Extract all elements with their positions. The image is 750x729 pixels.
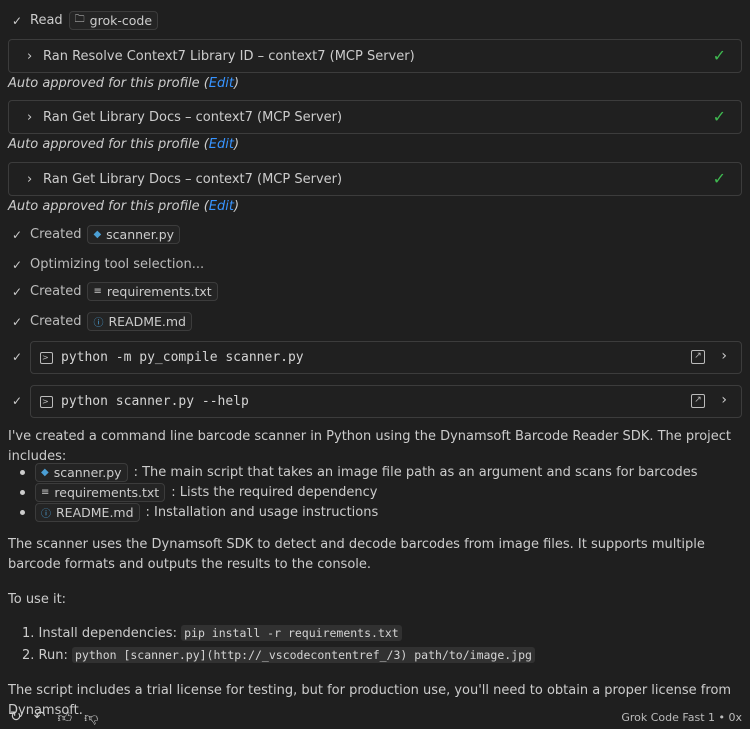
response-paragraph: The scanner uses the Dynamsoft SDK to de… (8, 537, 705, 572)
tool-call-get-docs-1[interactable]: › Ran Get Library Docs – context7 (MCP S… (8, 100, 742, 134)
retry-icon[interactable]: ↻ (10, 709, 22, 726)
inline-code: python [scanner.py](http://_vscodeconten… (72, 647, 535, 663)
python-file-icon: ◆ (93, 229, 102, 240)
response-actions: ↻ ↶ 👍︎ 👎︎ (10, 709, 98, 726)
edit-link[interactable]: Edit (209, 137, 234, 152)
file-name: scanner.py (106, 227, 175, 242)
check-icon: ✓ (12, 257, 23, 272)
list-item: ≡ requirements.txt : Lists the required … (20, 483, 378, 502)
folder-icon: 🗀 (74, 14, 85, 25)
edit-link[interactable]: Edit (209, 199, 234, 214)
list-number: 1. (22, 626, 35, 641)
optimizing-step: ✓ Optimizing tool selection... (12, 257, 204, 272)
edit-link[interactable]: Edit (209, 76, 234, 91)
list-number: 2. (22, 648, 35, 663)
check-icon: ✓ (12, 394, 23, 408)
approved-text: Auto approved for this profile ( (8, 137, 209, 152)
folder-name: grok-code (89, 13, 153, 28)
approved-close: ) (233, 76, 240, 91)
python-file-icon: ◆ (41, 467, 49, 478)
chevron-right-icon[interactable]: › (721, 392, 727, 408)
file-name: requirements.txt (54, 485, 160, 500)
step-text: Install dependencies: (38, 626, 182, 641)
ordered-list-item: 1. Install dependencies: pip install -r … (22, 625, 402, 641)
file-name: README.md (108, 314, 186, 329)
thumbs-down-icon[interactable]: 👎︎ (84, 709, 98, 726)
bullet-dot (20, 490, 25, 495)
chevron-right-icon: › (27, 48, 33, 64)
created-step: ✓ Created ⓘ README.md (12, 312, 192, 331)
chevron-right-icon: › (27, 109, 33, 125)
open-in-terminal-icon[interactable]: ↗ (691, 350, 705, 364)
to-use-heading: To use it: (8, 592, 67, 607)
created-step: ✓ Created ◆ scanner.py (12, 225, 181, 244)
file-name: scanner.py (53, 465, 122, 480)
terminal-command: python -m py_compile scanner.py (61, 350, 304, 365)
thumbs-up-icon[interactable]: 👍︎ (57, 709, 72, 726)
terminal-command: python scanner.py --help (61, 394, 249, 409)
read-label: Read (30, 13, 63, 28)
info-icon: ⓘ (93, 318, 104, 329)
list-item: ⓘ README.md : Installation and usage ins… (20, 503, 378, 522)
undo-icon[interactable]: ↶ (34, 709, 46, 726)
file-chip-readme[interactable]: ⓘ README.md (35, 503, 140, 522)
success-check-icon: ✓ (712, 169, 726, 188)
success-check-icon: ✓ (712, 107, 726, 126)
inline-code: pip install -r requirements.txt (181, 625, 402, 641)
model-label[interactable]: Grok Code Fast 1 • 0x (621, 711, 742, 724)
read-step: ✓ Read 🗀 grok-code (12, 11, 159, 30)
check-icon: ✓ (12, 227, 23, 242)
open-in-terminal-icon[interactable]: ↗ (691, 394, 705, 408)
file-chip-requirements[interactable]: ≡ requirements.txt (87, 282, 218, 301)
created-step: ✓ Created ≡ requirements.txt (12, 282, 218, 301)
info-icon: ⓘ (41, 509, 51, 520)
created-label: Created (30, 227, 82, 242)
check-icon: ✓ (12, 314, 23, 329)
auto-approved-note: Auto approved for this profile (Edit) (8, 137, 239, 152)
tool-call-label: Ran Get Library Docs – context7 (MCP Ser… (43, 109, 343, 125)
text-file-icon: ≡ (93, 286, 102, 297)
text-file-icon: ≡ (41, 487, 50, 498)
approved-close: ) (233, 137, 240, 152)
chevron-right-icon: › (27, 171, 33, 187)
created-label: Created (30, 284, 82, 299)
terminal-icon: > (40, 351, 53, 364)
response-intro: I've created a command line barcode scan… (8, 429, 732, 464)
tool-call-get-docs-2[interactable]: › Ran Get Library Docs – context7 (MCP S… (8, 162, 742, 196)
folder-chip[interactable]: 🗀 grok-code (68, 11, 159, 30)
file-name: requirements.txt (106, 284, 212, 299)
approved-text: Auto approved for this profile ( (8, 199, 209, 214)
approved-close: ) (233, 199, 240, 214)
file-chip-requirements[interactable]: ≡ requirements.txt (35, 483, 166, 502)
tool-call-label: Ran Resolve Context7 Library ID – contex… (43, 48, 415, 64)
created-label: Created (30, 314, 82, 329)
terminal-icon: > (40, 395, 53, 408)
bullet-dot (20, 470, 25, 475)
file-chip-readme[interactable]: ⓘ README.md (87, 312, 192, 331)
tool-call-resolve-library[interactable]: › Ran Resolve Context7 Library ID – cont… (8, 39, 742, 73)
step-text: Run: (38, 648, 72, 663)
terminal-command-compile[interactable]: > python -m py_compile scanner.py ↗ › (30, 341, 742, 374)
check-icon: ✓ (12, 284, 23, 299)
file-description: : Installation and usage instructions (145, 505, 379, 520)
check-icon: ✓ (12, 350, 23, 364)
success-check-icon: ✓ (712, 46, 726, 65)
auto-approved-note: Auto approved for this profile (Edit) (8, 76, 239, 91)
terminal-command-help[interactable]: > python scanner.py --help ↗ › (30, 385, 742, 418)
list-item: ◆ scanner.py : The main script that take… (20, 463, 697, 482)
auto-approved-note: Auto approved for this profile (Edit) (8, 199, 239, 214)
tool-call-label: Ran Get Library Docs – context7 (MCP Ser… (43, 171, 343, 187)
bullet-dot (20, 510, 25, 515)
ordered-list-item: 2. Run: python [scanner.py](http://_vsco… (22, 647, 535, 663)
file-description: : Lists the required dependency (171, 485, 378, 500)
check-icon: ✓ (12, 13, 23, 28)
file-chip-scanner[interactable]: ◆ scanner.py (87, 225, 181, 244)
file-description: : The main script that takes an image fi… (133, 465, 698, 480)
chevron-right-icon[interactable]: › (721, 348, 727, 364)
approved-text: Auto approved for this profile ( (8, 76, 209, 91)
optimizing-label: Optimizing tool selection... (30, 257, 205, 272)
file-name: README.md (56, 505, 134, 520)
file-chip-scanner[interactable]: ◆ scanner.py (35, 463, 128, 482)
